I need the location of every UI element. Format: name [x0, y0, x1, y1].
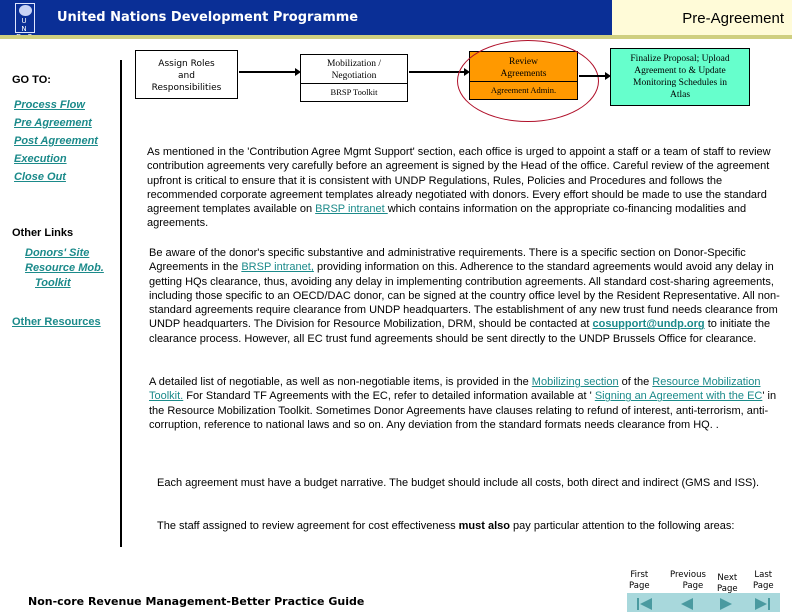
paragraph-review-staff: As mentioned in the 'Contribution Agree …: [147, 145, 787, 231]
text: of the: [618, 376, 653, 388]
link-brsp-intranet-2[interactable]: BRSP intranet,: [241, 261, 314, 273]
next-page-button[interactable]: Next Page: [717, 573, 738, 595]
text: pay particular attention to the followin…: [510, 520, 735, 532]
sidebar-divider: [120, 60, 122, 547]
email-link-cosupport[interactable]: cosupport@undp.org: [592, 318, 704, 330]
step-text: Assign Roles: [158, 59, 215, 69]
link-resource-mob[interactable]: Resource Mob.: [25, 262, 104, 274]
nav-link-close-out[interactable]: Close Out: [14, 171, 66, 183]
other-links-heading: Other Links: [12, 227, 74, 239]
step-text: Mobilization /: [326, 59, 382, 69]
link-other-resources[interactable]: Other Resources: [12, 316, 101, 328]
last-page-button[interactable]: Last Page: [753, 570, 774, 592]
step-text: Responsibilities: [151, 83, 222, 93]
last-page-icon[interactable]: [755, 598, 767, 610]
link-toolkit[interactable]: Toolkit: [25, 277, 71, 289]
page-title: Pre-Agreement: [682, 10, 784, 27]
nav-label: Next: [717, 573, 738, 583]
page-label-box: Pre-Agreement: [612, 0, 792, 35]
first-page-icon-bar: [637, 598, 639, 610]
nav-link-execution[interactable]: Execution: [14, 153, 67, 165]
paragraph-donor-requirements: Be aware of the donor's specific substan…: [149, 246, 789, 346]
step-text: Agreement to & Update: [634, 66, 726, 76]
link-mobilizing-section[interactable]: Mobilizing section: [532, 376, 619, 388]
nav-label: Page: [717, 584, 738, 594]
nav-label: Page: [753, 581, 774, 591]
flow-arrow: [239, 68, 301, 76]
nav-link-post-agreement[interactable]: Post Agreement: [14, 135, 98, 147]
text: A detailed list of negotiable, as well a…: [149, 376, 532, 388]
header-stripe: [0, 35, 792, 39]
nav-label: Last: [754, 570, 773, 580]
step-text: Negotiation: [331, 71, 377, 81]
goto-heading: GO TO:: [12, 74, 51, 86]
nav-link-pre-agreement[interactable]: Pre Agreement: [14, 117, 92, 129]
nav-label: Previous: [670, 570, 706, 580]
un-emblem-icon: [19, 5, 32, 16]
paragraph-cost-effectiveness: The staff assigned to review agreement f…: [157, 519, 792, 533]
step-text: Atlas: [669, 90, 691, 100]
org-name: United Nations Development Programme: [57, 10, 359, 25]
link-signing-agreement-ec[interactable]: Signing an Agreement with the EC: [595, 390, 763, 402]
link-donors-site[interactable]: Donors' Site: [25, 247, 89, 259]
first-page-icon[interactable]: [640, 598, 652, 610]
link-brsp-intranet[interactable]: BRSP intranet: [315, 203, 388, 215]
link-brsp-toolkit[interactable]: BRSP Toolkit: [301, 84, 407, 102]
paragraph-negotiable-items: A detailed list of negotiable, as well a…: [149, 375, 789, 432]
step-text: Monitoring Schedules in: [633, 78, 727, 88]
current-step-highlight: [457, 40, 599, 122]
flow-step-assign-roles[interactable]: Assign Roles and Responsibilities: [135, 50, 238, 99]
flow-step-mobilization[interactable]: Mobilization / Negotiation BRSP Toolkit: [300, 54, 408, 102]
paragraph-budget-narrative: Each agreement must have a budget narrat…: [157, 477, 760, 489]
emphasis-text: must also: [458, 520, 510, 532]
flow-step-finalize[interactable]: Finalize Proposal; Upload Agreement to &…: [610, 48, 750, 106]
step-text: and: [178, 71, 195, 81]
nav-link-process-flow[interactable]: Process Flow: [14, 99, 85, 111]
previous-page-button[interactable]: Previous Page: [670, 570, 706, 592]
step-mobilization-title: Mobilization / Negotiation: [301, 55, 407, 84]
next-page-icon[interactable]: [720, 598, 732, 610]
step-text: Finalize Proposal; Upload: [630, 54, 730, 64]
nav-label: Page: [682, 581, 704, 591]
last-page-icon-bar: [768, 598, 770, 610]
undp-logo: U N D P: [15, 3, 35, 41]
flow-arrow: [579, 72, 611, 80]
nav-label: First: [630, 570, 649, 580]
footer-guide-title: Non-core Revenue Management-Better Pract…: [28, 595, 365, 608]
previous-page-icon[interactable]: [681, 598, 693, 610]
text: The staff assigned to review agreement f…: [157, 520, 459, 532]
text: For Standard TF Agreements with the EC, …: [183, 390, 595, 403]
nav-label: Page: [629, 581, 650, 591]
first-page-button[interactable]: First Page: [629, 570, 650, 592]
